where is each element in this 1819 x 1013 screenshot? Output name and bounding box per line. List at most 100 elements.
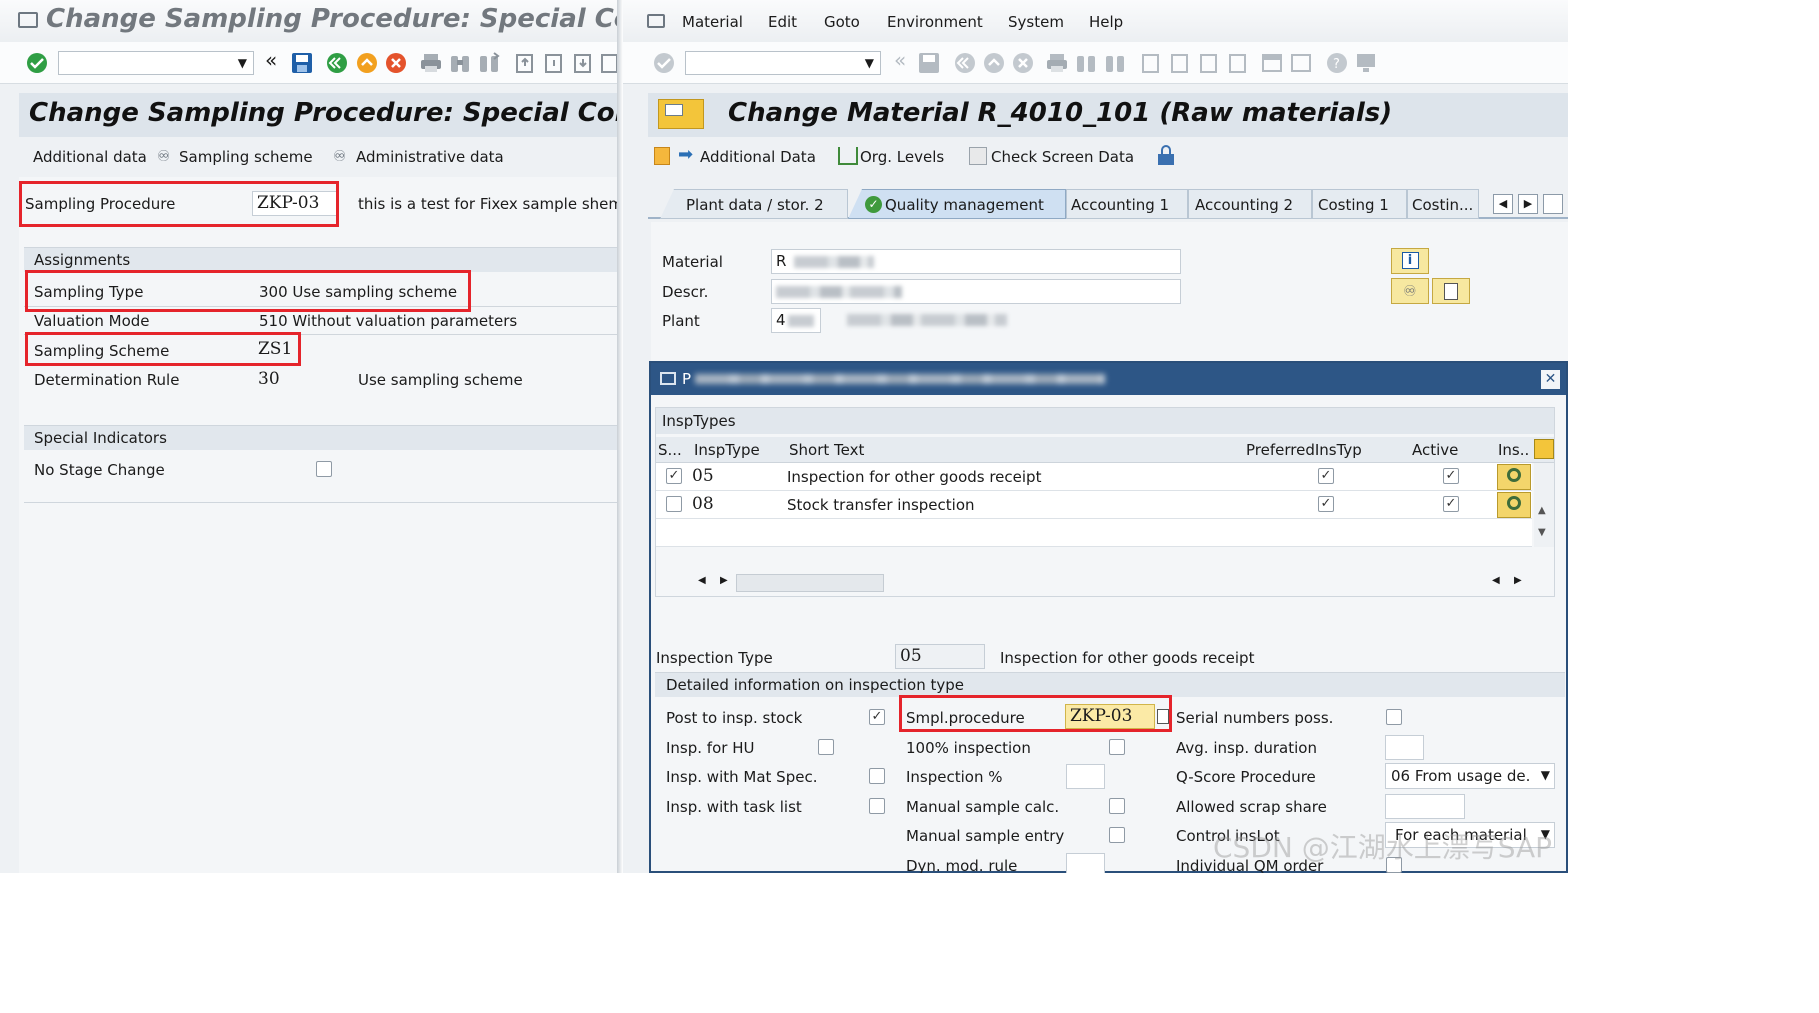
glasses-icon[interactable]: ♾ bbox=[333, 147, 346, 165]
prev-page-icon[interactable] bbox=[1168, 52, 1190, 74]
menu-help[interactable]: Help bbox=[1089, 13, 1123, 31]
search-help-icon[interactable] bbox=[1157, 709, 1169, 724]
allowed-scrap-field[interactable] bbox=[1385, 794, 1465, 819]
scroll-left-icon[interactable]: ◀ bbox=[698, 575, 706, 586]
cancel-icon[interactable] bbox=[385, 52, 407, 74]
prev-page-icon[interactable] bbox=[542, 52, 564, 74]
row-preferred-checkbox[interactable]: ✓ bbox=[1318, 468, 1334, 484]
last-page-icon[interactable] bbox=[598, 52, 619, 74]
menu-material[interactable]: Material bbox=[682, 13, 743, 31]
determination-rule-value[interactable]: 30 bbox=[258, 369, 280, 389]
row-select-checkbox[interactable]: ✓ bbox=[666, 468, 682, 484]
next-page-icon[interactable] bbox=[571, 52, 593, 74]
insp-mat-spec-checkbox[interactable] bbox=[869, 768, 885, 784]
no-stage-change-checkbox[interactable] bbox=[316, 461, 332, 477]
additional-data-button[interactable]: Additional data bbox=[33, 148, 147, 166]
sampling-procedure-field[interactable]: ZKP-03 bbox=[252, 191, 338, 216]
save-icon[interactable] bbox=[918, 52, 940, 74]
find-icon[interactable] bbox=[449, 52, 471, 74]
post-to-insp-stock-checkbox[interactable]: ✓ bbox=[869, 709, 885, 725]
cancel-icon[interactable] bbox=[1012, 52, 1034, 74]
tab-plant-data[interactable]: Plant data / stor. 2 bbox=[660, 189, 848, 219]
vertical-scrollbar[interactable]: ▲ ▼ bbox=[1534, 463, 1554, 547]
manual-sample-calc-checkbox[interactable] bbox=[1109, 798, 1125, 814]
table-row[interactable]: ✓ 05 Inspection for other goods receipt … bbox=[656, 463, 1532, 491]
menu-environment[interactable]: Environment bbox=[887, 13, 983, 31]
row-detail-button[interactable] bbox=[1497, 492, 1531, 518]
scroll-left-icon[interactable]: ◀ bbox=[1492, 575, 1500, 586]
tab-accounting-1[interactable]: Accounting 1 bbox=[1066, 189, 1188, 219]
last-page-icon[interactable] bbox=[1226, 52, 1248, 74]
back-icon[interactable] bbox=[326, 52, 348, 74]
print-icon[interactable] bbox=[1046, 52, 1068, 74]
material-field[interactable]: R bbox=[771, 249, 1181, 274]
dyn-mod-rule-field[interactable] bbox=[1066, 853, 1105, 873]
administrative-data-button[interactable]: Administrative data bbox=[356, 148, 504, 166]
scroll-right-icon[interactable]: ▶ bbox=[720, 575, 728, 586]
col-short-text[interactable]: Short Text bbox=[789, 441, 864, 459]
menu-goto[interactable]: Goto bbox=[824, 13, 860, 31]
col-ins[interactable]: Ins.. bbox=[1498, 441, 1529, 459]
sampling-scheme-value[interactable]: ZS1 bbox=[258, 339, 292, 359]
sampling-type-value[interactable]: 300 Use sampling scheme bbox=[259, 283, 457, 301]
find-icon[interactable] bbox=[1075, 52, 1097, 74]
chevron-down-icon[interactable]: ▼ bbox=[865, 56, 874, 70]
find-next-icon[interactable] bbox=[1104, 52, 1126, 74]
tab-costing-more[interactable]: Costin... bbox=[1407, 189, 1479, 219]
command-field[interactable]: ▼ bbox=[685, 51, 881, 75]
row-active-checkbox[interactable]: ✓ bbox=[1443, 468, 1459, 484]
print-icon[interactable] bbox=[420, 52, 442, 74]
row-active-checkbox[interactable]: ✓ bbox=[1443, 496, 1459, 512]
tab-quality-management[interactable]: ✓ Quality management bbox=[848, 189, 1066, 219]
display-change-button[interactable]: ♾ bbox=[1391, 278, 1429, 304]
check-screen-data-button[interactable]: Check Screen Data bbox=[991, 148, 1134, 166]
scroll-right-icon[interactable]: ▶ bbox=[1514, 575, 1522, 586]
dialog-close-icon[interactable]: ✕ bbox=[1541, 370, 1560, 389]
lock-icon[interactable] bbox=[1158, 145, 1174, 165]
help-icon[interactable]: ? bbox=[1326, 52, 1348, 74]
save-icon[interactable] bbox=[291, 52, 313, 74]
plant-field[interactable]: 4 bbox=[771, 308, 821, 333]
row-select-checkbox[interactable] bbox=[666, 496, 682, 512]
table-row[interactable]: 08 Stock transfer inspection ✓ ✓ bbox=[656, 491, 1532, 519]
tab-scroll-right-icon[interactable]: ▶ bbox=[1518, 194, 1538, 214]
layout-icon[interactable] bbox=[1355, 52, 1377, 74]
menu-system[interactable]: System bbox=[1008, 13, 1064, 31]
col-active[interactable]: Active bbox=[1412, 441, 1458, 459]
shortcut-icon[interactable] bbox=[1290, 52, 1312, 74]
check-icon[interactable] bbox=[653, 52, 675, 74]
col-insptype[interactable]: InspType bbox=[694, 441, 760, 459]
serial-numbers-checkbox[interactable] bbox=[1386, 709, 1402, 725]
document-button[interactable] bbox=[1432, 278, 1470, 304]
find-next-icon[interactable] bbox=[478, 52, 500, 74]
col-preferred[interactable]: PreferredInsTyp bbox=[1246, 441, 1362, 459]
collapse-icon[interactable]: « bbox=[265, 48, 277, 72]
collapse-icon[interactable]: « bbox=[894, 48, 906, 72]
menu-edit[interactable]: Edit bbox=[768, 13, 797, 31]
additional-data-icon[interactable] bbox=[654, 147, 670, 165]
scroll-down-icon[interactable]: ▼ bbox=[1538, 527, 1546, 538]
inspection-type-field[interactable]: 05 bbox=[895, 644, 985, 669]
first-page-icon[interactable] bbox=[513, 52, 535, 74]
chevron-down-icon[interactable]: ▼ bbox=[1541, 768, 1550, 782]
smpl-procedure-field[interactable]: ZKP-03 bbox=[1065, 704, 1155, 729]
exit-icon[interactable] bbox=[983, 52, 1005, 74]
descr-field[interactable] bbox=[771, 279, 1181, 304]
horizontal-scrollbar[interactable]: ◀ ▶ ◀ ▶ bbox=[656, 571, 1554, 595]
sampling-scheme-button[interactable]: Sampling scheme bbox=[179, 148, 313, 166]
insp-task-list-checkbox[interactable] bbox=[869, 798, 885, 814]
first-page-icon[interactable] bbox=[1139, 52, 1161, 74]
scroll-thumb[interactable] bbox=[736, 574, 884, 592]
avg-insp-duration-field[interactable] bbox=[1385, 735, 1424, 760]
tab-accounting-2[interactable]: Accounting 2 bbox=[1188, 189, 1312, 219]
additional-data-button[interactable]: Additional Data bbox=[700, 148, 816, 166]
info-button[interactable]: i bbox=[1391, 248, 1429, 274]
tab-scroll-left-icon[interactable]: ◀ bbox=[1493, 194, 1513, 214]
q-score-select[interactable]: 06 From usage de. ▼ bbox=[1385, 763, 1555, 789]
scroll-up-icon[interactable]: ▲ bbox=[1538, 505, 1546, 516]
exit-icon[interactable] bbox=[356, 52, 378, 74]
col-sel[interactable]: S... bbox=[658, 441, 682, 459]
row-detail-button[interactable] bbox=[1497, 464, 1531, 490]
chevron-down-icon[interactable]: ▼ bbox=[238, 56, 247, 70]
back-icon[interactable] bbox=[954, 52, 976, 74]
